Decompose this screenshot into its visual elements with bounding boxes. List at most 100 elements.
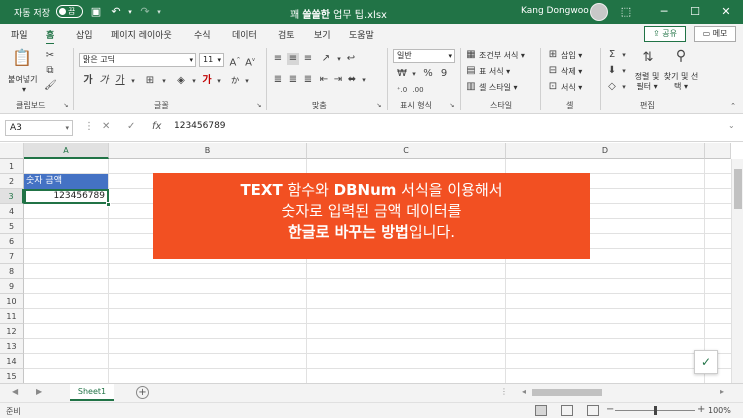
insert-function-icon[interactable]: fx [152,121,161,132]
autosum-dropdown-icon[interactable]: ▾ [618,49,630,61]
row-header[interactable]: 14 [0,354,24,369]
column-header-b[interactable]: B [109,143,307,159]
row-header[interactable]: 7 [0,249,24,264]
zoom-in-icon[interactable]: + [697,404,705,415]
underline-dropdown-icon[interactable]: ▾ [127,75,139,87]
undo-dropdown-icon[interactable]: ▾ [123,5,137,19]
alignment-launcher-icon[interactable]: ↘ [375,100,383,109]
row-header[interactable]: 12 [0,324,24,339]
ribbon-display-icon[interactable]: ⬚ [616,3,636,21]
font-launcher-icon[interactable]: ↘ [255,100,263,109]
normal-view-icon[interactable] [535,405,547,416]
number-format-combo[interactable]: 일반 ▾ [393,49,455,63]
column-header-c[interactable]: C [307,143,506,159]
avatar[interactable] [590,3,608,21]
zoom-out-icon[interactable]: − [606,404,614,415]
cut-icon[interactable]: ✂ [44,50,56,62]
autosum-icon[interactable]: Σ [606,49,618,61]
enter-icon[interactable]: ✓ [127,121,135,132]
format-as-table-icon[interactable]: ▤ [465,65,477,77]
accounting-dropdown-icon[interactable]: ▾ [408,68,420,80]
column-header-d[interactable]: D [506,143,705,159]
row-header[interactable]: 10 [0,294,24,309]
scroll-right-icon[interactable]: ▸ [720,387,724,396]
next-sheet-icon[interactable]: ▶ [36,387,42,396]
delete-cells-icon[interactable]: ⊟ [547,65,559,77]
row-header[interactable]: 5 [0,219,24,234]
percent-style-icon[interactable]: % [422,68,434,80]
share-button[interactable]: ⇪ 공유 [644,26,686,42]
cancel-icon[interactable]: ✕ [102,121,110,132]
row-header[interactable]: 6 [0,234,24,249]
font-color-icon[interactable]: 가 [201,75,213,87]
italic-icon[interactable]: 가 [98,75,110,87]
align-bottom-icon[interactable]: ≡ [302,53,314,65]
fill-icon[interactable]: ⬇ [606,65,618,77]
tab-home[interactable]: 홈 [46,28,55,45]
align-left-icon[interactable]: ≣ [272,74,284,86]
vertical-scrollbar[interactable] [731,159,743,383]
comma-style-icon[interactable]: 9 [438,68,450,80]
insert-cells-button[interactable]: 삽입 ▾ [561,50,582,61]
row-header[interactable]: 8 [0,264,24,279]
font-size-combo[interactable]: 11 ▾ [199,53,224,67]
accounting-format-icon[interactable]: ₩ [396,68,408,80]
align-middle-icon[interactable]: ≡ [287,53,299,65]
horizontal-scrollbar[interactable]: ◂ ▸ [520,387,730,398]
scroll-left-icon[interactable]: ◂ [522,387,526,396]
expand-formula-icon[interactable]: ⌄ [728,121,735,130]
cell-a3-active[interactable]: 123456789 [24,189,109,204]
tab-view[interactable]: 보기 [314,28,331,41]
align-right-icon[interactable]: ≣ [302,74,314,86]
zoom-level[interactable]: 100% [708,406,731,415]
tab-file[interactable]: 파일 [11,28,28,41]
maximize-icon[interactable]: ☐ [685,3,705,21]
fill-handle[interactable] [106,202,111,207]
row-header[interactable]: 1 [0,159,24,174]
bold-icon[interactable]: 가 [82,75,94,87]
zoom-slider-knob[interactable] [654,406,657,415]
increase-decimal-icon[interactable]: ⁺.0 [396,84,408,96]
cell-styles-button[interactable]: 셀 스타일 ▾ [479,82,518,93]
row-header[interactable]: 11 [0,309,24,324]
merge-center-icon[interactable]: ⬌ [346,74,358,86]
merge-dropdown-icon[interactable]: ▾ [358,74,370,86]
memo-button[interactable]: ▭ 메모 [694,26,736,42]
cell-a2[interactable]: 숫자 금액 [24,174,108,189]
tab-help[interactable]: 도움말 [349,28,374,41]
borders-icon[interactable]: ⊞ [144,75,156,87]
conditional-formatting-icon[interactable]: ▦ [465,49,477,61]
user-name[interactable]: Kang Dongwoo [521,6,589,16]
worksheet-grid[interactable]: A B C D 1 2 3 4 5 6 7 8 9 10 11 12 13 14… [0,143,743,383]
tab-review[interactable]: 검토 [278,28,295,41]
scrollbar-thumb[interactable] [734,169,742,209]
wrap-text-icon[interactable]: ↩ [345,53,357,65]
tab-page-layout[interactable]: 페이지 레이아웃 [111,28,172,41]
column-header-e[interactable] [705,143,731,159]
select-all-corner[interactable] [0,143,24,159]
decrease-font-icon[interactable]: Av [244,54,256,68]
find-select-icon[interactable]: ⚲ [672,49,690,68]
borders-dropdown-icon[interactable]: ▾ [158,75,170,87]
clear-icon[interactable]: ◇ [606,81,618,93]
paste-label[interactable]: 붙여넣기 [8,74,37,85]
quick-analysis-check-icon[interactable]: ✓ [694,350,718,374]
save-icon[interactable]: ▣ [89,5,103,19]
formula-input[interactable]: 123456789 [174,121,226,131]
find-select-button[interactable]: 찾기 및 선택 ▾ [663,72,699,92]
customize-qat-icon[interactable]: ▾ [152,5,166,19]
conditional-formatting-button[interactable]: 조건부 서식 ▾ [479,50,525,61]
orientation-dropdown-icon[interactable]: ▾ [333,53,345,65]
tab-formulas[interactable]: 수식 [194,28,211,41]
font-name-combo[interactable]: 맑은 고딕 ▾ [79,53,196,67]
format-cells-button[interactable]: 서식 ▾ [561,82,582,93]
orientation-icon[interactable]: ↗ [320,53,332,65]
undo-icon[interactable]: ↶ [109,5,123,19]
sort-filter-button[interactable]: 정렬 및 필터 ▾ [630,72,664,92]
format-as-table-button[interactable]: 표 서식 ▾ [479,66,510,77]
minimize-icon[interactable]: ─ [654,3,674,21]
row-header[interactable]: 15 [0,369,24,383]
clipboard-launcher-icon[interactable]: ↘ [62,100,70,109]
cell-styles-icon[interactable]: ▥ [465,81,477,93]
page-layout-view-icon[interactable] [561,405,573,416]
